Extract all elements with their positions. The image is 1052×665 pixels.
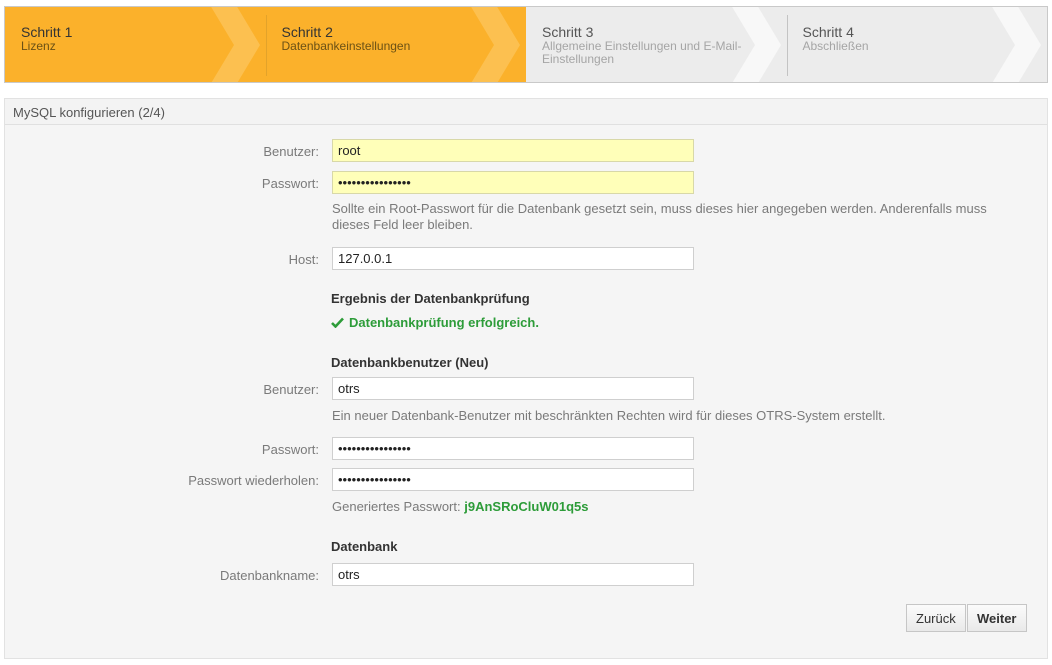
root-password-label: Passwort:	[261, 176, 319, 191]
new-password-repeat-label: Passwort wiederholen:	[188, 473, 319, 488]
new-password-repeat-input[interactable]	[332, 468, 694, 491]
wizard-steps: Schritt 1 Lizenz Schritt 2 Datenbankeins…	[4, 6, 1048, 83]
root-password-hint: Sollte ein Root-Passwort für die Datenba…	[332, 201, 987, 232]
root-password-input[interactable]	[332, 171, 694, 194]
step-3: Schritt 3 Allgemeine Einstellungen und E…	[526, 7, 787, 82]
check-result: Datenbankprüfung erfolgreich.	[331, 315, 539, 330]
step-divider	[265, 15, 267, 76]
check-heading: Ergebnis der Datenbankprüfung	[331, 291, 530, 306]
database-name-input[interactable]	[332, 563, 694, 586]
step-subtitle: Allgemeine Einstellungen und E-Mail-Eins…	[542, 39, 742, 66]
panel-title: MySQL konfigurieren (2/4)	[5, 99, 1047, 125]
next-button[interactable]: Weiter	[967, 604, 1027, 632]
step-subtitle: Datenbankeinstellungen	[281, 39, 411, 53]
host-label: Host:	[288, 252, 319, 267]
checkmark-icon	[331, 317, 344, 328]
back-button[interactable]: Zurück	[906, 604, 966, 632]
step-title: Schritt 4	[802, 24, 854, 40]
new-password-label: Passwort:	[261, 442, 319, 457]
host-input[interactable]	[332, 247, 694, 270]
generated-password: Generiertes Passwort: j9AnSRoCluW01q5s	[332, 499, 1012, 515]
step-title: Schritt 2	[281, 24, 333, 40]
database-name-label: Datenbankname:	[219, 568, 319, 583]
check-result-text: Datenbankprüfung erfolgreich.	[349, 315, 539, 330]
new-password-input[interactable]	[332, 437, 694, 460]
root-user-input[interactable]	[332, 139, 694, 162]
database-heading: Datenbank	[331, 539, 398, 554]
step-2: Schritt 2 Datenbankeinstellungen	[265, 7, 526, 82]
root-user-label: Benutzer:	[263, 144, 319, 159]
new-user-heading: Datenbankbenutzer (Neu)	[331, 355, 489, 370]
new-user-label: Benutzer:	[263, 382, 319, 397]
step-subtitle: Lizenz	[21, 39, 56, 53]
generated-password-value: j9AnSRoCluW01q5s	[464, 499, 589, 514]
step-1: Schritt 1 Lizenz	[5, 7, 266, 82]
step-subtitle: Abschließen	[802, 39, 869, 53]
new-user-hint: Ein neuer Datenbank-Benutzer mit beschrä…	[332, 408, 886, 423]
step-divider	[786, 15, 788, 76]
step-title: Schritt 1	[21, 24, 73, 40]
generated-password-label: Generiertes Passwort:	[332, 499, 461, 514]
new-user-input[interactable]	[332, 377, 694, 400]
step-title: Schritt 3	[542, 24, 594, 40]
mysql-config-panel: MySQL konfigurieren (2/4) Benutzer: Pass…	[4, 98, 1048, 659]
step-4: Schritt 4 Abschließen	[786, 7, 1047, 82]
